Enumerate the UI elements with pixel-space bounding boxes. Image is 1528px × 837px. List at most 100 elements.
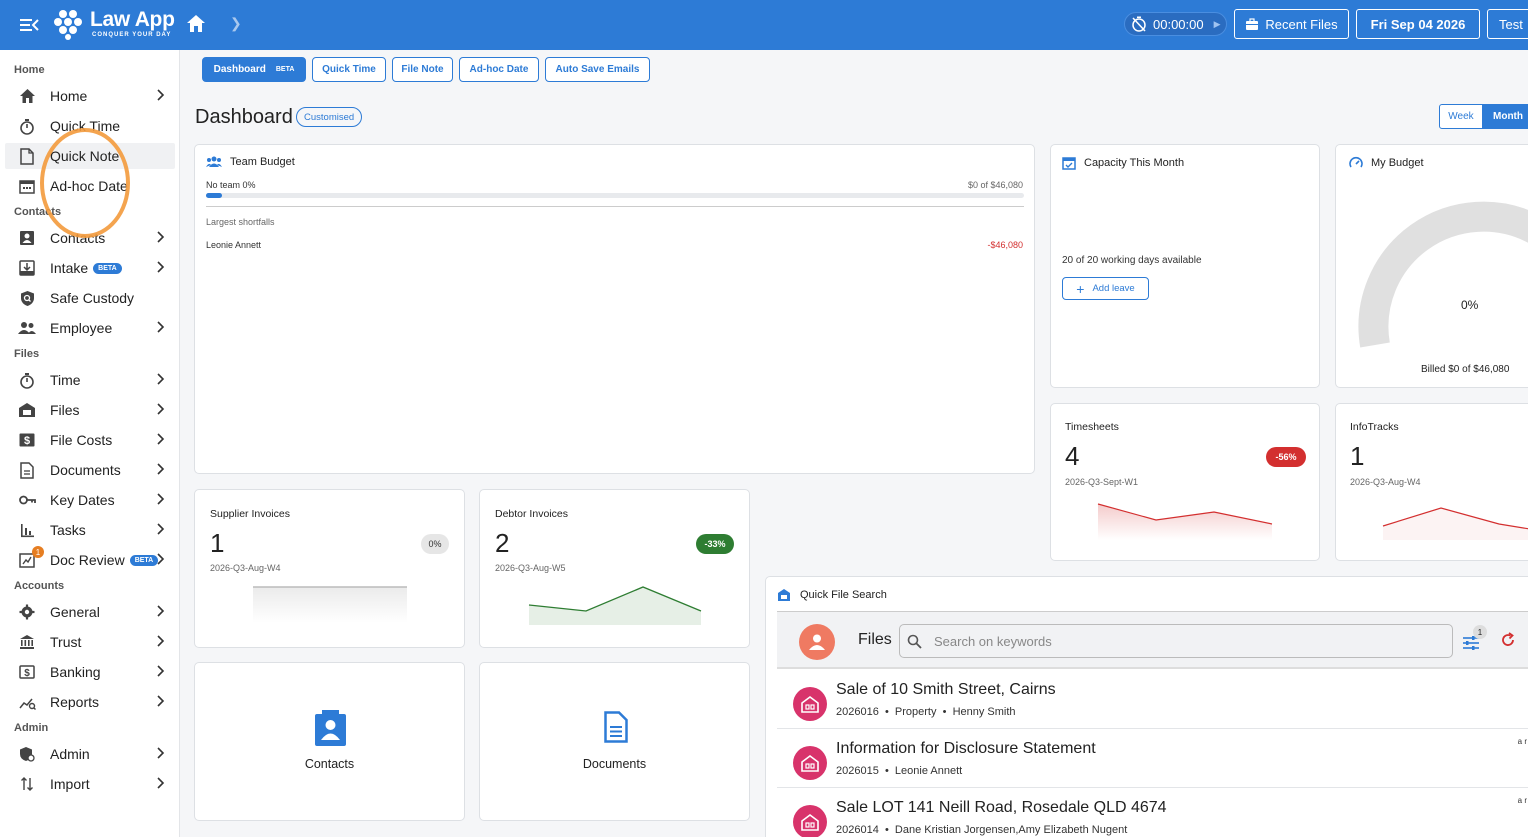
team-budget-amount: $0 of $46,080 xyxy=(967,180,1023,190)
property-icon xyxy=(793,805,827,837)
debtor-invoices-card[interactable]: Debtor Invoices 2 -33% 2026-Q3-Aug-W5 xyxy=(479,489,750,648)
sidebar-item-files[interactable]: Files xyxy=(5,397,175,423)
play-icon[interactable]: ▶ xyxy=(1214,19,1221,30)
documents-tile[interactable]: Documents xyxy=(479,662,750,821)
filter-button[interactable]: 1 xyxy=(1461,625,1487,652)
shortfall-name: Leonie Annett xyxy=(206,240,262,250)
sidebar-item-safe-custody[interactable]: Safe Custody xyxy=(5,285,175,311)
bank-icon xyxy=(18,633,36,651)
reports-icon xyxy=(18,693,36,711)
sidebar-item-banking[interactable]: $ Banking xyxy=(5,659,175,685)
infotracks-card[interactable]: InfoTracks 1 2026-Q3-Aug-W4 xyxy=(1335,403,1528,561)
customised-badge[interactable]: Customised xyxy=(296,107,363,127)
supplier-value: 1 xyxy=(210,528,225,558)
shield-search-icon xyxy=(18,289,36,307)
list-item[interactable]: Sale of 10 Smith Street, Cairns 2026016 … xyxy=(777,671,1528,729)
app-name: Law App xyxy=(90,8,175,31)
app-logo[interactable]: Law App CONQUER YOUR DAY xyxy=(52,8,175,40)
sidebar-item-quick-time[interactable]: Quick Time xyxy=(5,113,175,139)
sidebar-item-import[interactable]: Import xyxy=(5,771,175,797)
avatar[interactable] xyxy=(799,624,835,660)
capacity-title: Capacity This Month xyxy=(1062,156,1184,170)
chevron-right-icon xyxy=(157,747,165,759)
week-toggle[interactable]: Week xyxy=(1439,104,1483,129)
file-title: Sale of 10 Smith Street, Cairns xyxy=(836,681,1056,698)
calendar-check-icon xyxy=(1062,157,1076,170)
menu-collapse-icon[interactable] xyxy=(18,14,40,36)
no-team-label: No team 0% xyxy=(206,180,256,190)
chevron-right-icon xyxy=(157,373,165,385)
file-right-text: a r xyxy=(1517,796,1527,805)
sidebar-item-general[interactable]: General xyxy=(5,599,175,625)
document-icon xyxy=(604,711,628,743)
sidebar-item-doc-review[interactable]: 1 Doc Review BETA xyxy=(5,546,175,573)
document-icon xyxy=(18,461,36,479)
list-item[interactable]: Information for Disclosure Statement 202… xyxy=(777,730,1528,788)
sidebar-item-file-costs[interactable]: $ File Costs xyxy=(5,427,175,453)
sidebar-item-label: Trust xyxy=(50,634,82,650)
sidebar-item-documents[interactable]: Documents xyxy=(5,457,175,483)
infotracks-sparkline xyxy=(1382,507,1528,540)
home-icon[interactable] xyxy=(185,13,207,35)
supplier-invoices-card[interactable]: Supplier Invoices 1 0% 2026-Q3-Aug-W4 xyxy=(194,489,465,648)
svg-text:$: $ xyxy=(24,668,30,679)
sidebar-item-label: Intake xyxy=(50,260,89,276)
tab-adhoc-date[interactable]: Ad-hoc Date xyxy=(459,57,539,82)
sidebar-item-key-dates[interactable]: Key Dates xyxy=(5,487,175,513)
timesheets-change: -56% xyxy=(1266,447,1306,467)
top-bar: Law App CONQUER YOUR DAY ❯ 00:00:00 ▶ Re… xyxy=(0,0,1528,50)
beta-badge: BETA xyxy=(275,66,295,73)
sidebar-item-trust[interactable]: Trust xyxy=(5,629,175,655)
chevron-right-icon xyxy=(157,777,165,789)
sidebar-item-contacts[interactable]: Contacts xyxy=(5,225,175,251)
month-toggle[interactable]: Month xyxy=(1483,104,1528,129)
timesheets-sparkline xyxy=(1097,503,1273,540)
debtor-change: -33% xyxy=(696,534,734,554)
list-item[interactable]: Sale LOT 141 Neill Road, Rosedale QLD 46… xyxy=(777,789,1528,837)
sidebar-item-adhoc-date[interactable]: Ad-hoc Date xyxy=(5,173,175,199)
intake-icon xyxy=(18,259,36,277)
recent-files-button[interactable]: Recent Files xyxy=(1234,9,1349,39)
sidebar-item-label: Time xyxy=(50,372,81,388)
debtor-value: 2 xyxy=(495,528,510,558)
sidebar-item-intake[interactable]: Intake BETA xyxy=(5,255,175,281)
timesheets-card[interactable]: Timesheets 4 -56% 2026-Q3-Sept-W1 xyxy=(1050,403,1320,561)
supplier-change: 0% xyxy=(421,534,449,554)
sidebar-item-home[interactable]: Home xyxy=(5,83,175,109)
sidebar-item-quick-note[interactable]: Quick Note xyxy=(5,143,175,169)
sidebar-item-label: Key Dates xyxy=(50,492,115,508)
tab-quick-time[interactable]: Quick Time xyxy=(312,57,386,82)
capacity-available: 20 of 20 working days available xyxy=(1062,255,1202,266)
tab-auto-save-emails[interactable]: Auto Save Emails xyxy=(545,57,650,82)
user-icon xyxy=(809,634,825,650)
tab-dashboard[interactable]: Dashboard BETA xyxy=(202,57,306,82)
team-icon xyxy=(206,156,222,167)
key-icon xyxy=(18,491,36,509)
sidebar-item-reports[interactable]: Reports xyxy=(5,689,175,715)
contacts-tile[interactable]: Contacts xyxy=(194,662,465,821)
timer-control[interactable]: 00:00:00 ▶ xyxy=(1124,12,1227,36)
sidebar-item-label: Banking xyxy=(50,664,101,680)
shortfall-value: -$46,080 xyxy=(987,240,1023,250)
sidebar-item-time[interactable]: Time xyxy=(5,367,175,393)
add-leave-button[interactable]: + Add leave xyxy=(1062,277,1149,300)
section-contacts: Contacts xyxy=(14,206,62,218)
sidebar-item-tasks[interactable]: Tasks xyxy=(5,517,175,543)
sidebar-item-label: Employee xyxy=(50,320,113,336)
debtor-title: Debtor Invoices xyxy=(495,508,568,520)
search-input[interactable]: Search on keywords xyxy=(899,624,1453,658)
refresh-icon[interactable] xyxy=(1500,632,1516,648)
file-right-text: a r xyxy=(1517,737,1527,746)
sidebar-item-label: Tasks xyxy=(50,522,86,538)
dollar-icon: $ xyxy=(18,431,36,449)
page-title: Dashboard xyxy=(195,106,293,128)
tab-file-note[interactable]: File Note xyxy=(392,57,453,82)
sidebar-item-employee[interactable]: Employee xyxy=(5,315,175,341)
sidebar-item-label: Import xyxy=(50,776,90,792)
file-title: Information for Disclosure Statement xyxy=(836,740,1096,757)
import-arrows-icon xyxy=(18,775,36,793)
infotracks-period: 2026-Q3-Aug-W4 xyxy=(1350,477,1421,487)
user-button[interactable]: Test xyxy=(1487,9,1528,39)
sidebar-item-admin[interactable]: Admin xyxy=(5,741,175,767)
date-button[interactable]: Fri Sep 04 2026 xyxy=(1356,9,1480,39)
